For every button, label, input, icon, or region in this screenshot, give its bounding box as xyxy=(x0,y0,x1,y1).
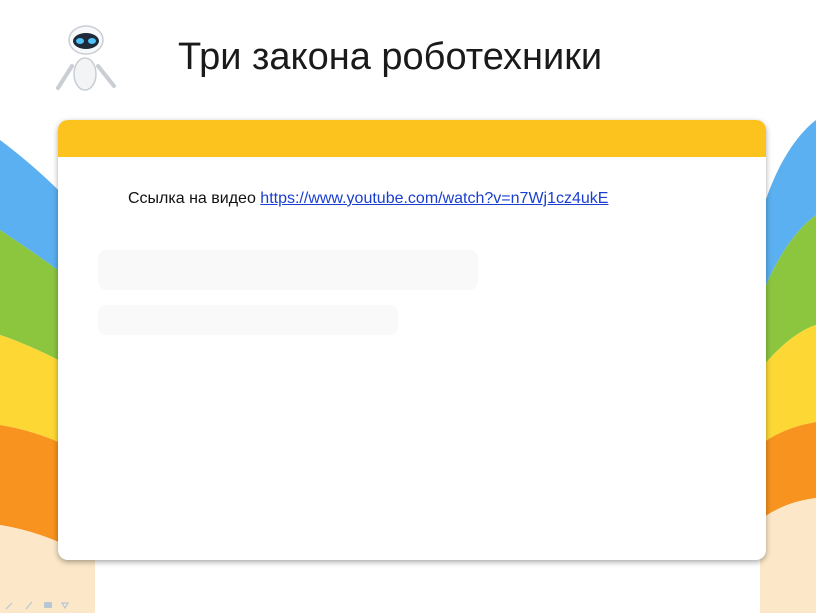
slide-title: Три закона роботехники xyxy=(178,36,603,78)
faint-shape xyxy=(98,305,398,335)
pen-icon xyxy=(5,602,13,610)
video-link-text: Ссылка на видео https://www.youtube.com/… xyxy=(128,190,608,208)
video-link-label: Ссылка на видео xyxy=(128,190,256,207)
video-link[interactable]: https://www.youtube.com/watch?v=n7Wj1cz4… xyxy=(260,190,608,207)
slide-icon xyxy=(60,602,70,610)
slideshow-toolbar[interactable] xyxy=(4,598,84,612)
faint-shape xyxy=(98,250,478,290)
card-header-band xyxy=(58,120,766,157)
content-card: Ссылка на видео https://www.youtube.com/… xyxy=(58,120,766,560)
menu-icon xyxy=(44,602,52,608)
robot-icon xyxy=(56,25,116,91)
pointer-icon xyxy=(25,601,33,610)
